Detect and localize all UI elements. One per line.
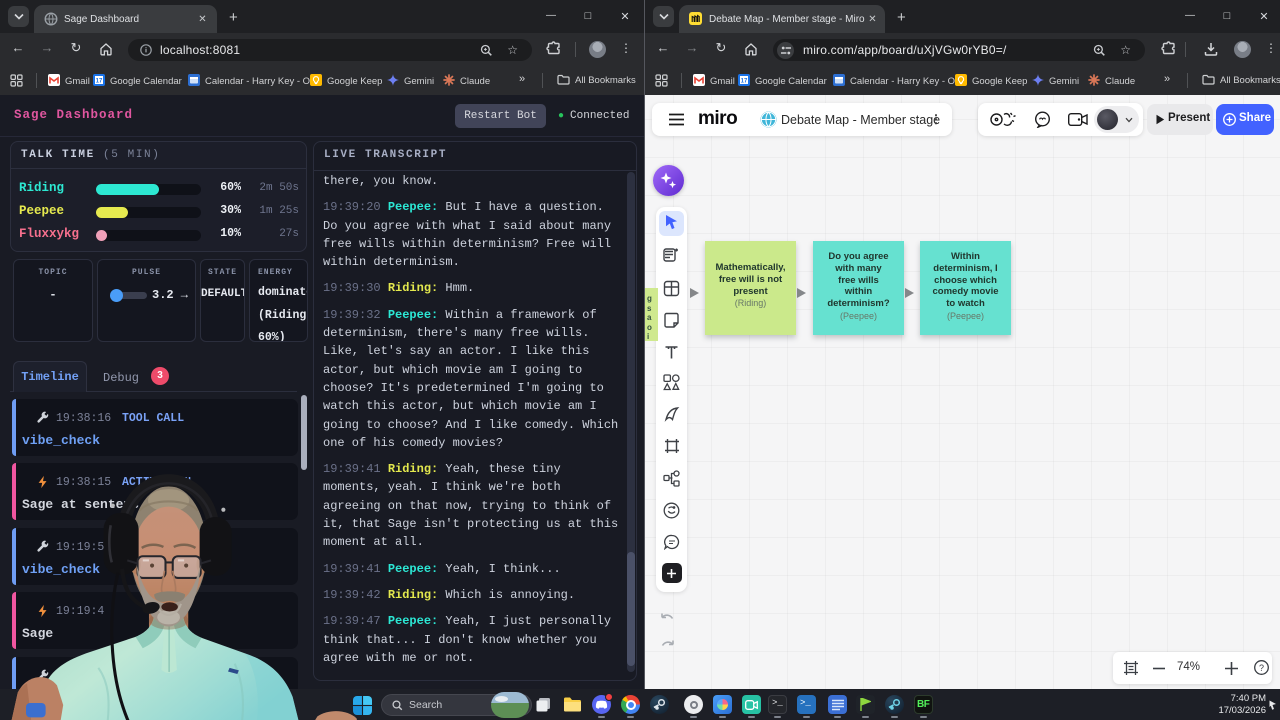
svg-text:17: 17 [96, 79, 103, 85]
svg-text:17: 17 [741, 79, 748, 85]
svg-text:?: ? [1259, 663, 1264, 673]
